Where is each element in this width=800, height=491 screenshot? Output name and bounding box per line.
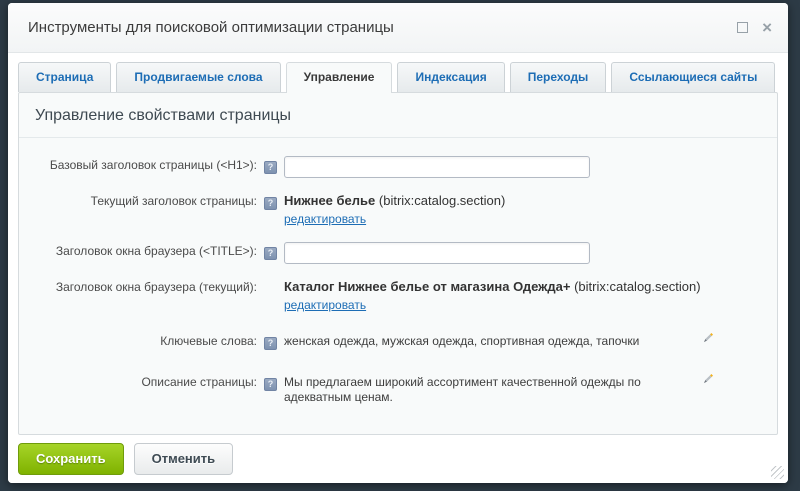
help-icon[interactable]: ? xyxy=(264,161,277,174)
tab-management[interactable]: Управление xyxy=(286,62,393,93)
current-browser-title-value: Каталог Нижнее белье от магазина Одежда+… xyxy=(284,279,761,295)
base-title-input[interactable] xyxy=(284,156,590,178)
current-title-label: Текущий заголовок страницы: xyxy=(35,190,257,208)
form-row-current-title: Текущий заголовок страницы: ? Нижнее бел… xyxy=(35,190,761,228)
edit-browser-title-link[interactable]: редактировать xyxy=(284,298,366,312)
help-icon[interactable]: ? xyxy=(264,378,277,391)
help-icon[interactable]: ? xyxy=(264,337,277,350)
tab-referring-sites[interactable]: Ссылающиеся сайты xyxy=(611,62,775,92)
current-title-value: Нижнее белье (bitrix:catalog.section) xyxy=(284,193,761,209)
dialog-footer: Сохранить Отменить xyxy=(8,435,788,483)
maximize-icon[interactable] xyxy=(737,22,748,33)
description-label: Описание страницы: xyxy=(35,371,257,389)
seo-tools-dialog: Инструменты для поисковой оптимизации ст… xyxy=(8,3,788,483)
pencil-icon xyxy=(701,331,715,345)
resize-grip[interactable] xyxy=(771,466,784,479)
help-icon[interactable]: ? xyxy=(264,197,277,210)
pencil-icon xyxy=(701,372,715,386)
tab-transitions[interactable]: Переходы xyxy=(510,62,607,92)
help-icon[interactable]: ? xyxy=(264,247,277,260)
edit-keywords-button[interactable] xyxy=(701,330,715,350)
keywords-value: женская одежда, мужская одежда, спортивн… xyxy=(284,333,639,349)
panel-heading: Управление свойствами страницы xyxy=(19,93,777,138)
dialog-title: Инструменты для поисковой оптимизации ст… xyxy=(28,19,737,36)
cancel-button[interactable]: Отменить xyxy=(134,443,234,475)
close-icon[interactable]: × xyxy=(762,22,772,33)
browser-title-label: Заголовок окна браузера (<TITLE>): xyxy=(35,240,257,258)
form-row-browser-title: Заголовок окна браузера (<TITLE>): ? xyxy=(35,240,761,264)
form-row-description: Описание страницы: ? Мы предлагаем широк… xyxy=(35,371,761,405)
seo-form: Базовый заголовок страницы (<H1>): ? Тек… xyxy=(19,138,777,405)
current-title-component: (bitrix:catalog.section) xyxy=(379,193,505,208)
browser-title-input[interactable] xyxy=(284,242,590,264)
current-browser-title-component: (bitrix:catalog.section) xyxy=(574,279,700,294)
keywords-label: Ключевые слова: xyxy=(35,330,257,348)
tab-content-panel: Управление свойствами страницы Базовый з… xyxy=(18,92,778,435)
tab-strip: Страница Продвигаемые слова Управление И… xyxy=(8,53,788,92)
form-row-base-title: Базовый заголовок страницы (<H1>): ? xyxy=(35,154,761,178)
window-controls: × xyxy=(737,22,772,33)
save-button[interactable]: Сохранить xyxy=(18,443,124,475)
tab-indexing[interactable]: Индексация xyxy=(397,62,504,92)
current-browser-title-label: Заголовок окна браузера (текущий): xyxy=(35,276,257,294)
tab-promoted-words[interactable]: Продвигаемые слова xyxy=(116,62,280,92)
dialog-titlebar: Инструменты для поисковой оптимизации ст… xyxy=(8,3,788,53)
tab-page[interactable]: Страница xyxy=(18,62,111,92)
form-row-current-browser-title: Заголовок окна браузера (текущий): Катал… xyxy=(35,276,761,314)
form-row-keywords: Ключевые слова: ? женская одежда, мужска… xyxy=(35,330,761,351)
base-title-label: Базовый заголовок страницы (<H1>): xyxy=(35,154,257,172)
edit-current-title-link[interactable]: редактировать xyxy=(284,212,366,226)
current-title-value-bold: Нижнее белье xyxy=(284,193,375,208)
description-value: Мы предлагаем широкий ассортимент качест… xyxy=(284,374,701,405)
current-browser-title-value-bold: Каталог Нижнее белье от магазина Одежда+ xyxy=(284,279,570,294)
edit-description-button[interactable] xyxy=(701,371,715,391)
